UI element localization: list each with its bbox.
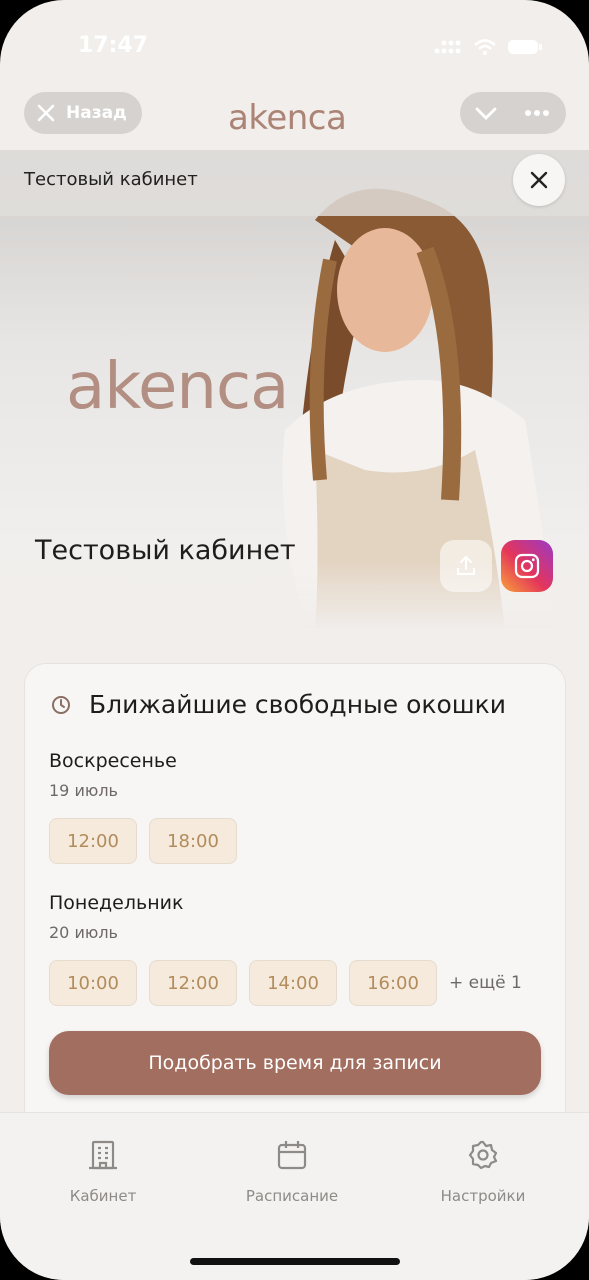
back-button-label: Назад (66, 103, 127, 123)
day-name: Понедельник (49, 892, 184, 914)
close-icon (530, 171, 548, 189)
back-button[interactable]: Назад (24, 92, 142, 134)
close-button[interactable] (513, 154, 565, 206)
day-date: 20 июль (49, 923, 118, 942)
hero-logo: akenca (66, 350, 289, 424)
share-button[interactable] (440, 540, 492, 592)
status-bar: 17:47 (0, 0, 589, 80)
tab-bar: Кабинет Расписание Настройки (0, 1112, 589, 1280)
free-slots-card: Ближайшие свободные окошки Воскресенье 1… (24, 663, 566, 1135)
gear-icon (468, 1140, 498, 1170)
close-icon (37, 104, 55, 122)
clock-icon (52, 695, 70, 714)
instagram-icon (514, 553, 540, 579)
tab-label: Настройки (440, 1187, 526, 1205)
tab-cabinet[interactable]: Кабинет (33, 1139, 173, 1205)
instagram-button[interactable] (501, 540, 553, 592)
menu-pill (460, 92, 566, 134)
share-icon (457, 555, 475, 575)
tab-schedule[interactable]: Расписание (222, 1139, 362, 1205)
slot-row: 12:00 18:00 (49, 818, 237, 864)
phone-screen: 17:47 Назад akenca Тестовый кабинет aken… (0, 0, 589, 1280)
slot-row: 10:00 12:00 14:00 16:00 + ещё 1 (49, 960, 522, 1006)
status-time: 17:47 (78, 33, 149, 58)
time-slot[interactable]: 18:00 (149, 818, 237, 864)
building-icon (89, 1140, 117, 1170)
more-slots-link[interactable]: + ещё 1 (449, 973, 522, 993)
time-slot[interactable]: 16:00 (349, 960, 437, 1006)
status-icons (433, 38, 543, 56)
day-date: 19 июль (49, 781, 118, 800)
signal-icon (434, 40, 461, 54)
more-icon[interactable] (524, 108, 550, 118)
calendar-icon (277, 1141, 307, 1170)
battery-icon (508, 40, 542, 54)
time-slot[interactable]: 14:00 (249, 960, 337, 1006)
day-name: Воскресенье (49, 750, 177, 772)
card-header: Ближайшие свободные окошки (51, 690, 506, 719)
tab-label: Расписание (245, 1187, 339, 1205)
cabinet-title: Тестовый кабинет (35, 535, 296, 566)
time-slot[interactable]: 12:00 (149, 960, 237, 1006)
top-bar: Назад akenca (0, 80, 589, 150)
time-slot[interactable]: 12:00 (49, 818, 137, 864)
book-time-button[interactable]: Подобрать время для записи (49, 1031, 541, 1095)
hero-header-bar: Тестовый кабинет (0, 150, 589, 216)
wifi-icon (474, 39, 496, 56)
cabinet-name-small: Тестовый кабинет (24, 169, 198, 190)
app-logo: akenca (228, 98, 347, 138)
chevron-down-icon[interactable] (474, 103, 498, 123)
tab-label: Кабинет (69, 1187, 137, 1205)
home-indicator (190, 1258, 400, 1265)
card-title: Ближайшие свободные окошки (89, 690, 507, 719)
time-slot[interactable]: 10:00 (49, 960, 137, 1006)
tab-settings[interactable]: Настройки (413, 1139, 553, 1205)
